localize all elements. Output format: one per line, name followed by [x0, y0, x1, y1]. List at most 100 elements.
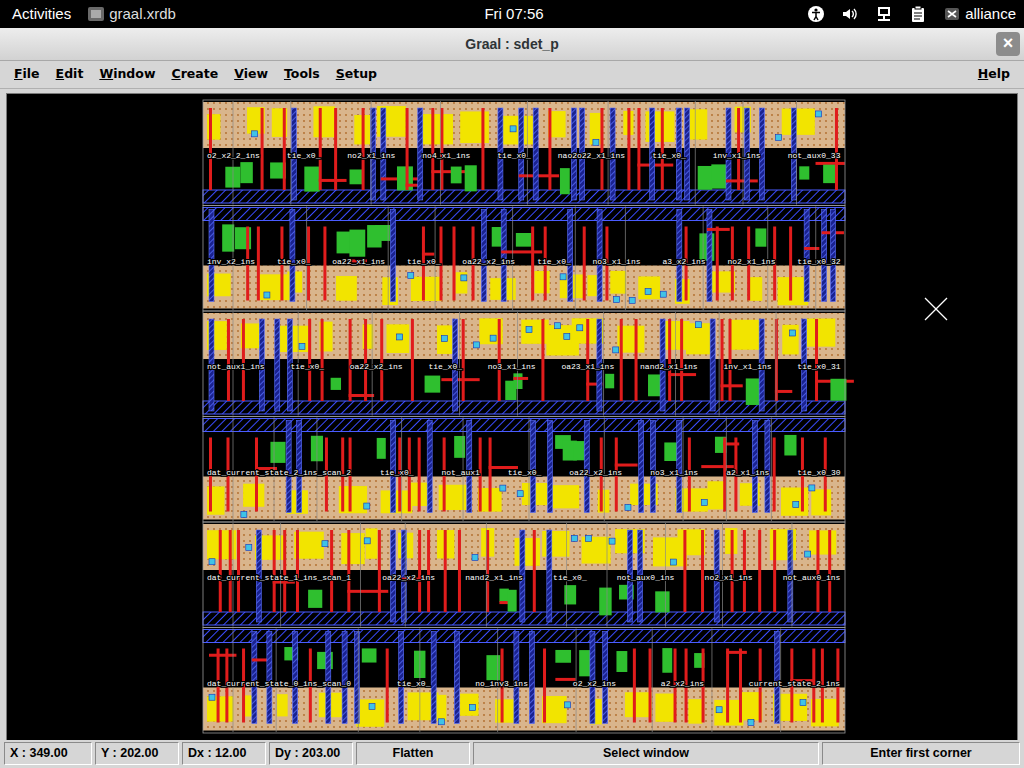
ground-rail [203, 208, 845, 221]
nwell-shape [341, 533, 364, 564]
diffusion-shape [499, 589, 508, 602]
contact-shape [473, 342, 479, 348]
nwell-shape [625, 692, 652, 717]
poly-shape [627, 108, 630, 190]
close-button[interactable]: × [996, 32, 1020, 56]
metal-shape [830, 210, 835, 302]
contact-shape [490, 335, 496, 341]
metal-shape [568, 210, 573, 302]
diffusion-shape [698, 166, 713, 190]
status-bar: X : 349.00Y : 202.00Dx : 12.00Dy : 203.0… [0, 740, 1024, 768]
metal-shape [390, 210, 395, 302]
poly-shape [347, 530, 350, 612]
diffusion-shape [397, 166, 413, 190]
instance-label: oa23_x1_ins [561, 362, 614, 371]
menu-item[interactable]: File [6, 63, 48, 86]
clock[interactable]: Fri 07:56 [484, 3, 543, 26]
nwell-shape [806, 319, 835, 347]
canvas-area: o2_x2_2_instie_x0_no2_x1_insno4_x1_insti… [0, 89, 1024, 740]
app-menu[interactable]: graal.xrdb [87, 3, 176, 26]
poly-shape [533, 530, 536, 612]
diffusion-shape [605, 374, 614, 388]
nwell-shape [277, 694, 288, 716]
metal-shape [326, 632, 331, 724]
diffusion-shape [304, 167, 319, 192]
user-menu[interactable]: alliance [943, 3, 1016, 26]
instance-label: dat_current_state_0_ins_scan_0 [207, 679, 351, 688]
metal-shape [547, 530, 552, 622]
poly-shape [323, 227, 326, 301]
diffusion-shape [377, 438, 386, 459]
contact-shape [809, 485, 815, 491]
nwell-shape [259, 274, 291, 300]
nwell-shape [460, 694, 478, 716]
instance-label: oa22_x2_ins [569, 468, 622, 477]
poly-wire [252, 658, 269, 661]
cell-boundary [719, 312, 720, 416]
contact-shape [510, 126, 516, 132]
poly-shape [649, 649, 652, 723]
nwell-shape [782, 109, 815, 135]
instance-label: no3_x1_ins [650, 468, 698, 477]
nwell-shape [688, 699, 702, 723]
metal-shape [297, 421, 302, 513]
instance-label: tie_x0_32 [797, 257, 840, 266]
poly-shape [541, 319, 544, 401]
contact-shape [560, 274, 566, 280]
metal-shape [514, 632, 519, 724]
activities-button[interactable]: Activities [12, 3, 71, 26]
poly-shape [729, 319, 732, 401]
poly-shape [296, 530, 299, 612]
poly-shape [680, 319, 683, 401]
instance-label: a2_x2_ins [661, 679, 704, 688]
crosshair-cursor-icon [925, 298, 947, 320]
poly-shape [600, 108, 603, 190]
nwell-shape [689, 109, 707, 139]
diffusion-shape [337, 232, 350, 254]
status-field: Dy : 203.00 [269, 742, 353, 765]
instance-label: not_aux1_ins [207, 362, 265, 371]
poly-shape [362, 108, 365, 190]
user-name[interactable]: alliance [965, 3, 1016, 26]
menu-item[interactable]: Create [163, 63, 226, 86]
contact-shape [555, 323, 561, 329]
nwell-shape [778, 277, 809, 305]
menu-item[interactable]: Edit [48, 63, 92, 86]
poly-wire [519, 174, 559, 177]
status-field: Flatten [356, 742, 470, 765]
help-menu[interactable]: Help [970, 63, 1018, 86]
contact-shape [645, 288, 651, 294]
nwell-shape [515, 538, 540, 566]
poly-shape [319, 108, 322, 190]
cell-boundary [358, 629, 359, 733]
menu-item[interactable]: View [226, 63, 276, 86]
menu-item[interactable]: Tools [276, 63, 328, 86]
poly-shape [635, 319, 638, 401]
menu-item[interactable]: Setup [328, 63, 385, 86]
metal-shape [529, 632, 534, 724]
contact-shape [472, 554, 478, 560]
instance-label: a2_x1_ins [726, 468, 769, 477]
status-field: X : 349.00 [4, 742, 92, 765]
metal-shape [650, 421, 655, 513]
poly-wire [347, 590, 388, 593]
menu-item[interactable]: Window [91, 63, 163, 86]
layout-canvas[interactable]: o2_x2_2_instie_x0_no2_x1_insno4_x1_insti… [6, 93, 1018, 741]
diffusion-shape [564, 585, 576, 604]
metal-shape [775, 632, 780, 724]
app-icon [87, 5, 105, 23]
contact-shape [625, 504, 631, 510]
poly-wire [209, 654, 236, 657]
metal-shape [547, 421, 552, 513]
poly-wire [726, 651, 747, 654]
ground-rail [203, 630, 845, 643]
contact-shape [748, 719, 754, 725]
contact-shape [209, 694, 215, 700]
poly-shape [349, 319, 352, 401]
cell-boundary [575, 207, 576, 311]
app-name[interactable]: graal.xrdb [109, 3, 176, 26]
nwell-shape [319, 693, 345, 717]
nwell-shape [501, 116, 533, 145]
contact-shape [629, 297, 635, 303]
metal-shape [275, 319, 280, 411]
